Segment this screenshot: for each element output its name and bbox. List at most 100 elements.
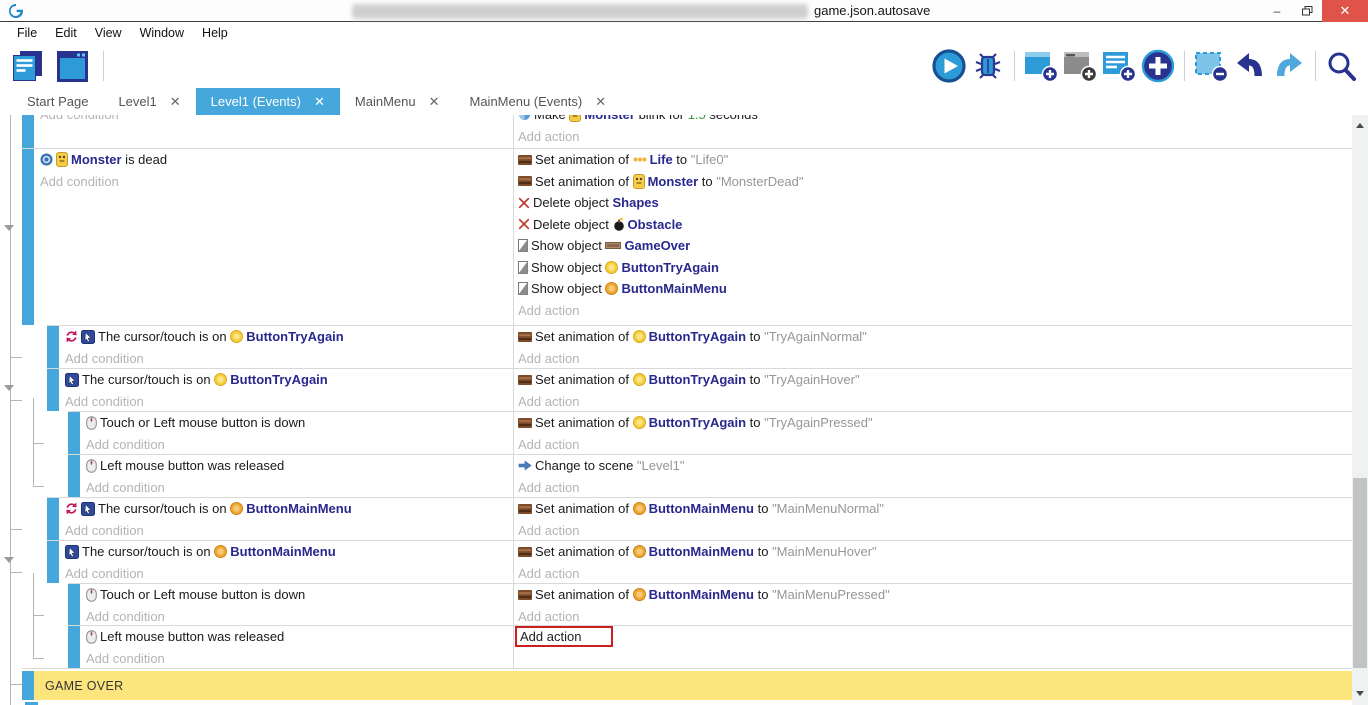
close-tab-icon[interactable]: ✕ <box>595 94 606 110</box>
collapse-triangle-icon[interactable] <box>4 557 14 563</box>
add-condition-button[interactable]: Add condition <box>86 609 165 624</box>
add-action-button[interactable]: Add action <box>518 303 579 318</box>
scroll-up-icon[interactable] <box>1356 123 1364 128</box>
action-line[interactable]: Add action <box>518 391 1352 412</box>
add-comment-icon[interactable] <box>1101 49 1137 83</box>
add-event-icon[interactable] <box>1023 49 1059 83</box>
event-indent-bar[interactable] <box>68 455 80 497</box>
add-action-button-highlighted[interactable]: Add action <box>515 626 613 647</box>
add-action-button[interactable]: Add action <box>518 609 579 624</box>
action-line[interactable]: Add action <box>518 477 1352 498</box>
condition-line[interactable]: Left mouse button was released <box>86 626 513 648</box>
event-indent-bar[interactable] <box>22 149 34 325</box>
add-action-button[interactable]: Add action <box>518 437 579 452</box>
action-line[interactable]: Show object ButtonMainMenu <box>518 278 1352 300</box>
project-manager-icon[interactable] <box>10 49 46 83</box>
add-condition-button[interactable]: Add condition <box>65 523 144 538</box>
tab-level1-events[interactable]: Level1 (Events)✕ <box>196 88 340 115</box>
menu-help[interactable]: Help <box>193 24 237 42</box>
conditions-cell[interactable]: Add condition <box>34 115 513 148</box>
event-indent-bar[interactable] <box>47 541 59 583</box>
add-action-button[interactable]: Add action <box>518 566 579 581</box>
condition-line[interactable]: Touch or Left mouse button is down <box>86 584 513 606</box>
condition-line[interactable]: Touch or Left mouse button is down <box>86 412 513 434</box>
add-condition-button[interactable]: Add condition <box>40 174 119 189</box>
add-condition-button[interactable]: Add condition <box>65 351 144 366</box>
scrollbar-thumb[interactable] <box>1353 478 1367 668</box>
add-condition-button[interactable]: Add condition <box>86 480 165 495</box>
menu-window[interactable]: Window <box>131 24 193 42</box>
actions-cell[interactable]: Add action <box>513 626 1352 668</box>
conditions-cell[interactable]: Monster is deadAdd condition <box>34 149 513 325</box>
condition-line[interactable]: Add condition <box>86 477 513 498</box>
condition-line[interactable]: Add condition <box>40 115 513 126</box>
collapse-triangle-icon[interactable] <box>4 385 14 391</box>
remove-event-icon[interactable] <box>1193 49 1229 83</box>
menu-edit[interactable]: Edit <box>46 24 86 42</box>
condition-line[interactable]: Add condition <box>65 391 513 412</box>
add-action-button[interactable]: Add action <box>518 480 579 495</box>
actions-cell[interactable]: Set animation of ButtonTryAgain to "TryA… <box>513 326 1352 368</box>
condition-line[interactable]: Add condition <box>86 434 513 455</box>
conditions-cell[interactable]: The cursor/touch is on ButtonMainMenu Add… <box>59 498 513 540</box>
actions-cell[interactable]: Change to scene "Level1" Add action <box>513 455 1352 497</box>
condition-line[interactable]: Left mouse button was released <box>86 455 513 477</box>
action-line[interactable]: Set animation of ButtonTryAgain to "TryA… <box>518 369 1352 391</box>
scene-editor-icon[interactable] <box>54 49 90 83</box>
add-condition-button[interactable]: Add condition <box>65 394 144 409</box>
play-icon[interactable] <box>931 49 967 83</box>
scroll-down-icon[interactable] <box>1356 691 1364 696</box>
action-line[interactable]: Set animation of ButtonMainMenu to "Main… <box>518 541 1352 563</box>
add-subevent-icon[interactable] <box>1062 49 1098 83</box>
search-icon[interactable] <box>1324 49 1360 83</box>
action-line[interactable]: Set animation of ButtonMainMenu to "Main… <box>518 498 1352 520</box>
action-line[interactable]: Add action <box>518 606 1352 626</box>
vertical-scrollbar[interactable] <box>1352 115 1368 705</box>
condition-line[interactable]: The cursor/touch is on ButtonTryAgain <box>65 326 513 348</box>
actions-cell[interactable]: Set animation of ButtonMainMenu to "Main… <box>513 584 1352 625</box>
tab-mainmenu[interactable]: MainMenu✕ <box>340 88 455 115</box>
menu-file[interactable]: File <box>8 24 46 42</box>
actions-cell[interactable]: Set animation of ButtonTryAgain to "TryA… <box>513 369 1352 411</box>
close-tab-icon[interactable]: ✕ <box>170 94 181 110</box>
actions-cell[interactable]: Set animation of Life to "Life0"Set anim… <box>513 149 1352 325</box>
action-line[interactable]: Add action <box>518 348 1352 369</box>
action-line[interactable]: Set animation of Monster to "MonsterDead… <box>518 171 1352 193</box>
comment-text[interactable]: GAME OVER <box>34 671 1352 700</box>
action-line[interactable]: Add action <box>518 434 1352 455</box>
conditions-cell[interactable]: Touch or Left mouse button is down Add co… <box>80 584 513 625</box>
condition-line[interactable]: The cursor/touch is on ButtonTryAgain <box>65 369 513 391</box>
action-line[interactable]: Show object ButtonTryAgain <box>518 257 1352 279</box>
event-indent-bar[interactable] <box>68 584 80 625</box>
add-circle-icon[interactable] <box>1140 49 1176 83</box>
action-line[interactable]: Set animation of ButtonMainMenu to "Main… <box>518 584 1352 606</box>
condition-line[interactable]: Add condition <box>65 348 513 369</box>
action-line[interactable]: Add action <box>518 520 1352 541</box>
add-action-button[interactable]: Add action <box>518 351 579 366</box>
action-line[interactable]: Add action <box>518 626 1352 648</box>
collapse-triangle-icon[interactable] <box>4 225 14 231</box>
action-line[interactable]: Show object GameOver <box>518 235 1352 257</box>
add-condition-button[interactable]: Add condition <box>40 115 119 122</box>
debug-icon[interactable] <box>970 49 1006 83</box>
conditions-cell[interactable]: Left mouse button was released Add condit… <box>80 455 513 497</box>
action-line[interactable]: Change to scene "Level1" <box>518 455 1352 477</box>
condition-line[interactable]: The cursor/touch is on ButtonMainMenu <box>65 498 513 520</box>
tab-start-page[interactable]: Start Page <box>12 88 103 115</box>
close-button[interactable]: ✕ <box>1322 0 1368 22</box>
tab-level1[interactable]: Level1✕ <box>103 88 195 115</box>
action-line[interactable]: Set animation of ButtonTryAgain to "TryA… <box>518 326 1352 348</box>
comment-event-row[interactable]: GAME OVER <box>22 668 1352 700</box>
tab-mainmenu-events[interactable]: MainMenu (Events)✕ <box>455 88 622 115</box>
event-indent-bar[interactable] <box>22 671 34 700</box>
actions-cell[interactable]: Set animation of ButtonMainMenu to "Main… <box>513 541 1352 583</box>
condition-line[interactable]: Add condition <box>86 606 513 626</box>
minimize-button[interactable]: – <box>1262 0 1292 22</box>
close-tab-icon[interactable]: ✕ <box>314 94 325 110</box>
add-action-button[interactable]: Add action <box>518 394 579 409</box>
menu-view[interactable]: View <box>86 24 131 42</box>
action-line[interactable]: Set animation of Life to "Life0" <box>518 149 1352 171</box>
add-action-button[interactable]: Add action <box>518 129 579 144</box>
actions-cell[interactable]: Make Monster blink for 1.5 secondsAdd ac… <box>513 115 1352 148</box>
condition-line[interactable]: Add condition <box>86 648 513 669</box>
